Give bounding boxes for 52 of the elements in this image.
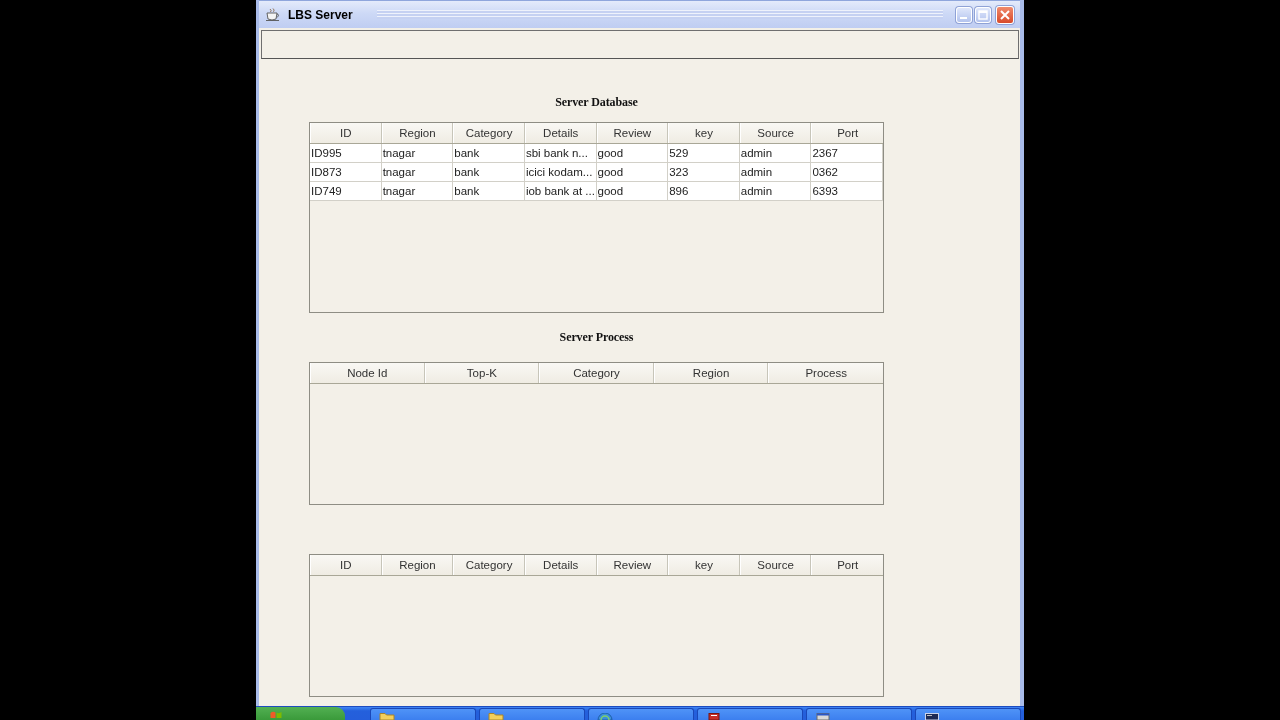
- column-header[interactable]: Top-K: [424, 363, 540, 383]
- maximize-icon: [978, 9, 988, 20]
- table-cell: 896: [668, 182, 740, 201]
- column-header[interactable]: Details: [524, 555, 597, 575]
- start-button[interactable]: [256, 707, 345, 720]
- section-title: Server Process: [559, 330, 634, 346]
- table-cell: 6393: [811, 182, 883, 201]
- table-cell: admin: [739, 182, 812, 201]
- table-cell: ID749: [310, 182, 382, 201]
- maximize-button[interactable]: [975, 6, 991, 23]
- monitor-icon: [924, 713, 940, 720]
- column-header[interactable]: Port: [811, 123, 883, 143]
- column-header[interactable]: Process: [768, 363, 883, 383]
- column-header[interactable]: Review: [596, 555, 669, 575]
- column-header[interactable]: Category: [453, 555, 525, 575]
- column-header[interactable]: Node Id: [310, 363, 425, 383]
- section-title: Server Database: [555, 95, 638, 111]
- table-cell: tnagar: [381, 182, 454, 201]
- column-header[interactable]: Source: [739, 123, 812, 143]
- column-header[interactable]: key: [668, 555, 740, 575]
- close-icon: [1000, 9, 1010, 20]
- column-header[interactable]: Port: [811, 555, 883, 575]
- input-field[interactable]: [261, 30, 1019, 59]
- close-button[interactable]: [996, 5, 1014, 24]
- column-header[interactable]: Region: [381, 555, 454, 575]
- folder-icon: [488, 713, 504, 720]
- column-header[interactable]: key: [668, 123, 740, 143]
- column-header[interactable]: Details: [524, 123, 597, 143]
- column-header[interactable]: Category: [539, 363, 654, 383]
- column-header[interactable]: ID: [310, 555, 382, 575]
- taskbar-button[interactable]: [479, 708, 585, 720]
- column-header[interactable]: Source: [739, 555, 812, 575]
- cup-icon: [265, 7, 281, 22]
- column-header[interactable]: Region: [381, 123, 454, 143]
- column-header[interactable]: Category: [453, 123, 525, 143]
- table-cell: iob bank at ...: [524, 182, 597, 201]
- table-cell: good: [596, 182, 669, 201]
- table-cell: bank: [453, 182, 525, 201]
- taskbar-button[interactable]: [915, 708, 1021, 720]
- column-header[interactable]: ID: [310, 123, 382, 143]
- document-icon: [706, 713, 722, 720]
- column-header[interactable]: Review: [596, 123, 669, 143]
- minimize-button[interactable]: [956, 6, 972, 23]
- column-header[interactable]: Region: [653, 363, 769, 383]
- globe-icon: [597, 713, 613, 720]
- taskbar-button[interactable]: [370, 708, 476, 720]
- taskbar-button[interactable]: [806, 708, 912, 720]
- window-title: LBS Server: [288, 7, 353, 22]
- window-icon: [815, 713, 831, 720]
- flag-icon: [270, 711, 282, 718]
- folder-icon: [379, 713, 395, 720]
- minimize-icon: [960, 16, 967, 19]
